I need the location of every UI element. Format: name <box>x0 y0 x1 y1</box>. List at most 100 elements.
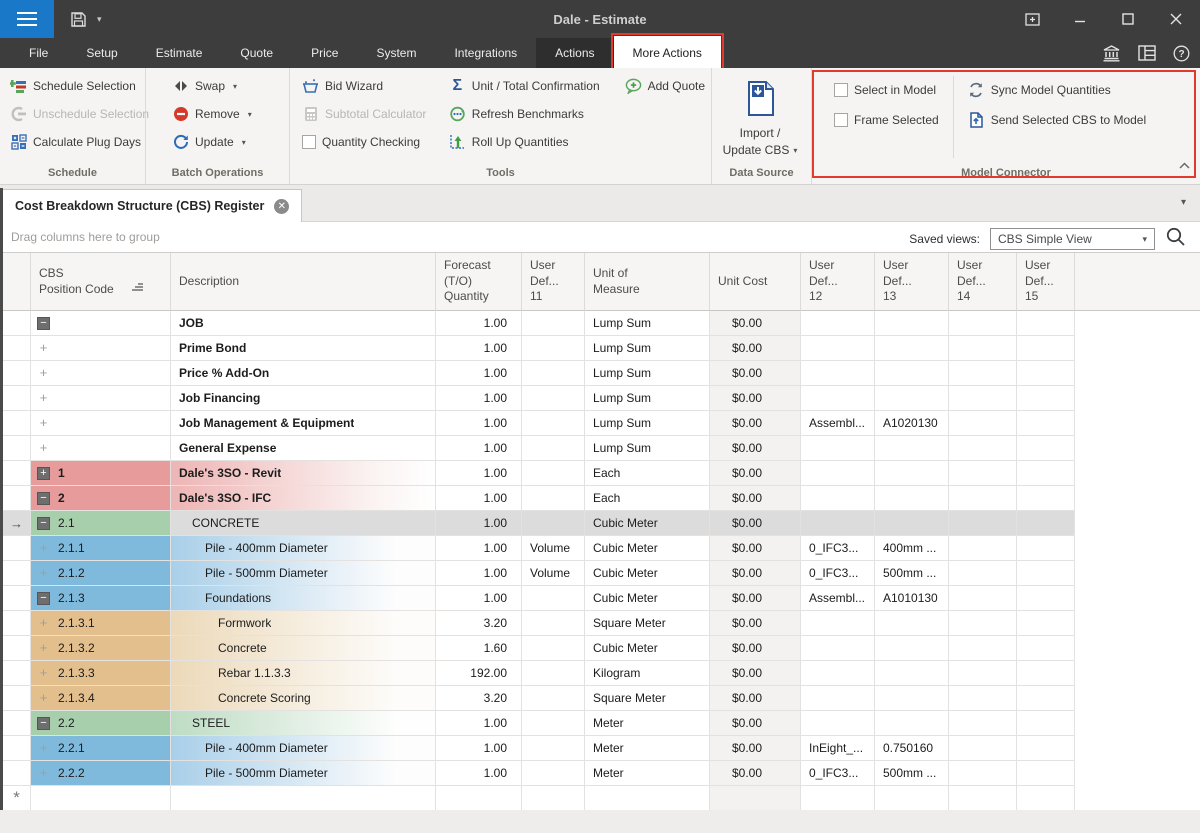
cell-ud13[interactable] <box>875 786 949 811</box>
cell-cost[interactable]: $0.00 <box>710 511 801 536</box>
group-by-bar[interactable]: Drag columns here to group Saved views: … <box>3 222 1200 252</box>
expand-icon[interactable]: + <box>37 367 50 380</box>
cell-ud11[interactable] <box>522 311 585 336</box>
tab-close-icon[interactable]: ✕ <box>274 199 289 214</box>
cell-ud12[interactable] <box>801 786 875 811</box>
cell-desc[interactable]: Concrete <box>171 636 436 661</box>
cell-code[interactable]: −2.1 <box>31 511 171 536</box>
cell-ud11[interactable] <box>522 711 585 736</box>
frame-selected-checkbox[interactable]: Frame Selected <box>834 110 939 130</box>
cell-ud13[interactable] <box>875 436 949 461</box>
cell-cost[interactable]: $0.00 <box>710 586 801 611</box>
cell-uom[interactable]: Cubic Meter <box>585 586 710 611</box>
cell-ud12[interactable] <box>801 611 875 636</box>
collapse-icon[interactable]: − <box>37 317 50 330</box>
cell-ud12[interactable]: 0_IFC3... <box>801 561 875 586</box>
cell-fq[interactable]: 1.00 <box>436 461 522 486</box>
cell-ud15[interactable] <box>1017 786 1075 811</box>
search-icon[interactable] <box>1165 226 1186 252</box>
expand-icon[interactable]: + <box>37 692 50 705</box>
cell-ud12[interactable]: InEight_... <box>801 736 875 761</box>
select-in-model-checkbox-box[interactable] <box>834 83 848 97</box>
cell-fq[interactable]: 1.00 <box>436 336 522 361</box>
cell-fq[interactable]: 3.20 <box>436 611 522 636</box>
cell-uom[interactable]: Square Meter <box>585 686 710 711</box>
cell-desc[interactable]: Rebar 1.1.3.3 <box>171 661 436 686</box>
cell-cost[interactable]: $0.00 <box>710 486 801 511</box>
cell-code[interactable]: + <box>31 411 171 436</box>
cell-ud13[interactable] <box>875 386 949 411</box>
cell-fq[interactable] <box>436 786 522 811</box>
unschedule-selection-button[interactable]: Unschedule Selection <box>10 104 139 124</box>
cell-cost[interactable]: $0.00 <box>710 411 801 436</box>
table-row-2.1.1[interactable]: +2.1.1Pile - 400mm Diameter1.00VolumeCub… <box>3 536 1200 561</box>
cell-ud13[interactable] <box>875 336 949 361</box>
cell-desc[interactable]: Foundations <box>171 586 436 611</box>
table-row-2.2.1[interactable]: +2.2.1Pile - 400mm Diameter1.00Meter$0.0… <box>3 736 1200 761</box>
cell-ud11[interactable] <box>522 386 585 411</box>
cell-ud14[interactable] <box>949 486 1017 511</box>
cell-ud14[interactable] <box>949 786 1017 811</box>
cell-cost[interactable]: $0.00 <box>710 611 801 636</box>
table-row[interactable]: +Price % Add-On1.00Lump Sum$0.00 <box>3 361 1200 386</box>
cell-ud12[interactable] <box>801 636 875 661</box>
cell-ud14[interactable] <box>949 436 1017 461</box>
table-row-2.1.3.2[interactable]: +2.1.3.2Concrete1.60Cubic Meter$0.00 <box>3 636 1200 661</box>
cell-gutter[interactable] <box>3 561 31 586</box>
cell-fq[interactable]: 1.00 <box>436 436 522 461</box>
cell-ud14[interactable] <box>949 386 1017 411</box>
cell-cost[interactable]: $0.00 <box>710 311 801 336</box>
cell-ud13[interactable]: 500mm ... <box>875 761 949 786</box>
cell-ud13[interactable] <box>875 636 949 661</box>
cell-ud11[interactable] <box>522 411 585 436</box>
cell-uom[interactable]: Lump Sum <box>585 361 710 386</box>
table-row-2.2[interactable]: −2.2STEEL1.00Meter$0.00 <box>3 711 1200 736</box>
cell-code[interactable]: +2.1.1 <box>31 536 171 561</box>
cell-ud14[interactable] <box>949 711 1017 736</box>
cell-code[interactable]: +2.1.3.3 <box>31 661 171 686</box>
collapse-icon[interactable]: − <box>37 517 50 530</box>
cell-gutter[interactable] <box>3 336 31 361</box>
tab-quote[interactable]: Quote <box>221 38 292 68</box>
cell-ud13[interactable]: A1020130 <box>875 411 949 436</box>
cell-fq[interactable]: 1.60 <box>436 636 522 661</box>
cell-cost[interactable]: $0.00 <box>710 636 801 661</box>
cell-code[interactable]: + <box>31 436 171 461</box>
cell-ud14[interactable] <box>949 311 1017 336</box>
save-icon[interactable] <box>70 11 87 28</box>
cell-uom[interactable]: Lump Sum <box>585 336 710 361</box>
cell-desc[interactable]: Dale's 3SO - IFC <box>171 486 436 511</box>
cell-ud15[interactable] <box>1017 611 1075 636</box>
expand-icon[interactable]: + <box>37 567 50 580</box>
cell-desc[interactable]: Pile - 400mm Diameter <box>171 536 436 561</box>
expand-icon[interactable]: + <box>37 392 50 405</box>
cell-fq[interactable]: 1.00 <box>436 511 522 536</box>
cell-uom[interactable]: Lump Sum <box>585 411 710 436</box>
cell-ud12[interactable] <box>801 461 875 486</box>
table-row[interactable]: +Job Financing1.00Lump Sum$0.00 <box>3 386 1200 411</box>
cell-fq[interactable]: 1.00 <box>436 761 522 786</box>
cell-cost[interactable]: $0.00 <box>710 361 801 386</box>
cell-gutter[interactable]: * <box>3 786 31 811</box>
cell-ud11[interactable] <box>522 486 585 511</box>
cell-ud15[interactable] <box>1017 736 1075 761</box>
cell-gutter[interactable] <box>3 636 31 661</box>
sync-model-quantities-button[interactable]: Sync Model Quantities <box>968 80 1146 100</box>
cell-gutter[interactable] <box>3 436 31 461</box>
cell-ud12[interactable] <box>801 311 875 336</box>
cell-cost[interactable]: $0.00 <box>710 736 801 761</box>
select-in-model-checkbox[interactable]: Select in Model <box>834 80 939 100</box>
cell-uom[interactable]: Lump Sum <box>585 311 710 336</box>
cell-cost[interactable]: $0.00 <box>710 386 801 411</box>
cell-ud11[interactable] <box>522 686 585 711</box>
cell-desc[interactable]: Pile - 500mm Diameter <box>171 761 436 786</box>
cell-fq[interactable]: 3.20 <box>436 686 522 711</box>
cell-desc[interactable] <box>171 786 436 811</box>
refresh-benchmarks-button[interactable]: Refresh Benchmarks <box>449 104 611 124</box>
calculate-plug-days-button[interactable]: Calculate Plug Days <box>10 132 139 152</box>
cell-ud12[interactable] <box>801 486 875 511</box>
cell-ud12[interactable]: Assembl... <box>801 586 875 611</box>
cell-code[interactable]: + <box>31 336 171 361</box>
cell-code[interactable]: − <box>31 311 171 336</box>
tab-integrations[interactable]: Integrations <box>435 38 536 68</box>
